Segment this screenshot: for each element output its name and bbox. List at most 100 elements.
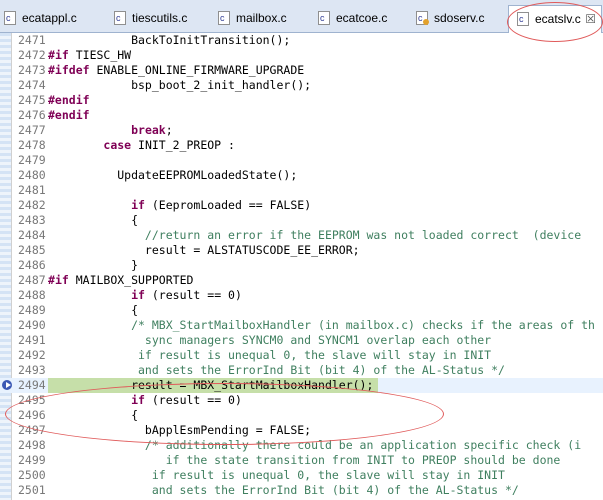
code-text: case INIT_2_PREOP : [103,138,235,152]
line-number: 2496 [18,408,46,422]
code-text: /* additionally there could be an applic… [48,438,582,452]
code-line[interactable]: 2488 if (result == 0) [0,288,603,303]
code-text: } [48,258,139,272]
editor-tab-bar: ecatappl.c tiescutils.c mailbox.c ecatco… [0,0,603,33]
code-line[interactable]: 2491 sync managers SYNCM0 and SYNCM1 ove… [0,333,603,348]
line-number: 2488 [18,288,46,302]
code-text: if (result == 0) [131,393,242,407]
code-text: if (EepromLoaded == FALSE) [131,198,312,212]
line-number: 2497 [18,423,46,437]
code-text: #if TIESC_HW [48,48,132,62]
line-number: 2492 [18,348,46,362]
code-text: if the state transition from INIT to PRE… [48,453,561,467]
line-number: 2489 [18,303,46,317]
code-line[interactable]: 2489 { [0,303,603,318]
code-text: #endif [48,93,90,107]
line-number: 2478 [18,138,46,152]
c-file-icon [114,6,126,30]
tab-label: sdoserv.c [434,11,485,25]
code-line[interactable]: 2474 bsp_boot_2_init_handler(); [0,78,603,93]
close-icon[interactable]: ☒ [585,7,596,31]
code-line[interactable]: 2483 { [0,213,603,228]
code-line[interactable]: 2486 } [0,258,603,273]
code-editor[interactable]: 2471 BackToInitTransition(); 2472 #if TIES… [0,33,603,500]
code-text: bsp_boot_2_init_handler(); [48,78,312,92]
line-number: 2501 [18,483,46,497]
code-text: #endif [48,108,90,122]
line-number: 2499 [18,453,46,467]
line-number: 2474 [18,78,46,92]
code-line[interactable]: 2487 #if MAILBOX_SUPPORTED [0,273,603,288]
code-text: bApplEsmPending = FALSE; [48,423,312,437]
code-line[interactable]: 2484 //return an error if the EEPROM was… [0,228,603,243]
code-line[interactable]: 2500 if result is unequal 0, the slave w… [0,468,603,483]
line-number: 2480 [18,168,46,182]
c-file-icon [416,6,429,30]
tab-label: tiescutils.c [132,11,188,25]
line-number: 2483 [18,213,46,227]
code-line[interactable]: 2482 if (EepromLoaded == FALSE) [0,198,603,213]
code-text: { [48,408,139,422]
line-number: 2481 [18,183,46,197]
line-number: 2495 [18,393,46,407]
line-number: 2493 [18,363,46,377]
tab-label: ecatslv.c [535,12,581,26]
line-number: 2473 [18,63,46,77]
line-number: 2485 [18,243,46,257]
tab-label: ecatappl.c [22,11,77,25]
code-line[interactable]: 2501 and sets the ErrorInd Bit (bit 4) o… [0,483,603,498]
code-line[interactable]: 2480 UpdateEEPROMLoadedState(); [0,168,603,183]
code-text: if (result == 0) [131,288,242,302]
code-text: break; [131,123,173,137]
c-file-icon [218,6,230,30]
line-number: 2498 [18,438,46,452]
code-line[interactable]: 2492 if result is unequal 0, the slave w… [0,348,603,363]
line-number: 2482 [18,198,46,212]
line-number: 2475 [18,93,46,107]
code-line[interactable]: 2473 #ifdef ENABLE_ONLINE_FIRMWARE_UPGRAD… [0,63,603,78]
code-text: /* MBX_StartMailboxHandler (in mailbox.c… [48,318,595,332]
line-number: 2490 [18,318,46,332]
line-number: 2500 [18,468,46,482]
code-line[interactable]: 2494 result = MBX_StartMailboxHandler(); [0,378,603,393]
code-text: { [48,213,139,227]
code-line[interactable]: 2497 bApplEsmPending = FALSE; [0,423,603,438]
c-file-icon [4,6,16,30]
tab-label: mailbox.c [236,11,287,25]
code-text: if result is unequal 0, the slave will s… [48,348,492,362]
code-line[interactable]: 2477 break; [0,123,603,138]
c-file-icon [318,6,330,30]
code-text: { [48,303,139,317]
line-number: 2472 [18,48,46,62]
line-number: 2477 [18,123,46,137]
code-line[interactable]: 2476 #endif [0,108,603,123]
code-line[interactable]: 2479 [0,153,603,168]
code-line[interactable]: 2481 [0,183,603,198]
line-number: 2487 [18,273,46,287]
tab-label: ecatcoe.c [336,11,388,25]
code-line[interactable]: 2493 and sets the ErrorInd Bit (bit 4) o… [0,363,603,378]
tab-ecatslv[interactable]: ecatslv.c ☒ [508,5,602,33]
code-text: #ifdef ENABLE_ONLINE_FIRMWARE_UPGRADE [48,63,305,77]
code-line[interactable]: 2499 if the state transition from INIT t… [0,453,603,468]
code-text: result = MBX_StartMailboxHandler(); [48,378,374,392]
code-line[interactable]: 2485 result = ALSTATUSCODE_EE_ERROR; [0,243,603,258]
line-number: 2471 [18,33,46,47]
code-text: BackToInitTransition(); [48,33,291,47]
code-line[interactable]: 2478 case INIT_2_PREOP : [0,138,603,153]
line-number: 2491 [18,333,46,347]
line-number: 2476 [18,108,46,122]
line-number: 2479 [18,153,46,167]
code-line[interactable]: 2498 /* additionally there could be an a… [0,438,603,453]
code-line[interactable]: 2495 if (result == 0) [0,393,603,408]
code-line[interactable]: 2475 #endif [0,93,603,108]
code-text: if result is unequal 0, the slave will s… [48,468,505,482]
line-number: 2486 [18,258,46,272]
code-line[interactable]: 2472 #if TIESC_HW [0,48,603,63]
code-text: and sets the ErrorInd Bit (bit 4) of the… [48,363,505,377]
code-line[interactable]: 2496 { [0,408,603,423]
code-line[interactable]: 2490 /* MBX_StartMailboxHandler (in mail… [0,318,603,333]
code-line[interactable]: 2471 BackToInitTransition(); [0,33,603,48]
code-text: //return an error if the EEPROM was not … [48,228,582,242]
code-text: UpdateEEPROMLoadedState(); [48,168,298,182]
